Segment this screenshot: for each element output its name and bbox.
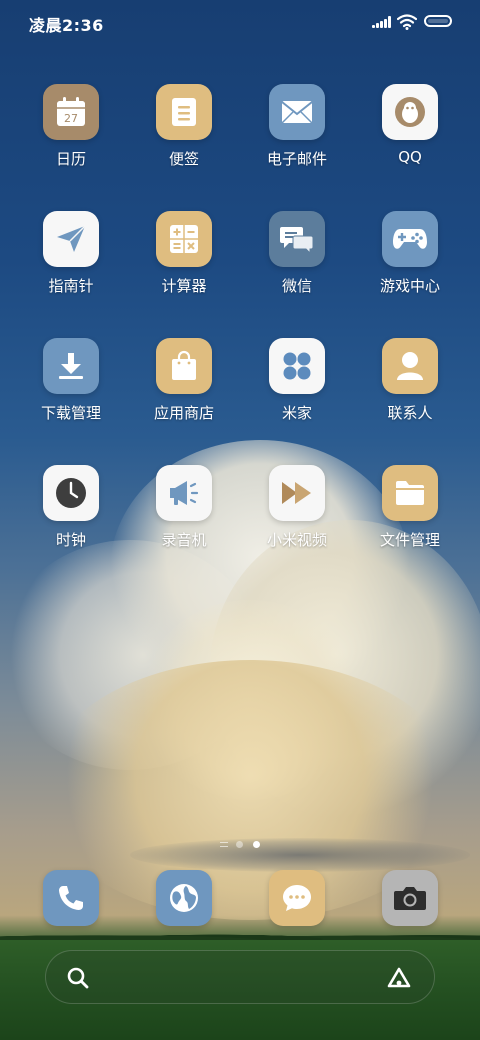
clock-icon [43,465,99,521]
app-label: 米家 [281,404,312,422]
app-label: 日历 [55,150,86,168]
folder-icon [382,465,438,521]
app-label: 计算器 [161,277,207,295]
camera-icon [382,870,438,926]
notes-icon [156,84,212,140]
app-email[interactable]: 电子邮件 [241,84,353,169]
app-label: 应用商店 [153,404,214,422]
signal-icon [372,16,392,28]
phone-icon [43,870,99,926]
battery-icon [424,15,452,27]
shopping-bag-icon [156,338,212,394]
home-page-indicator [220,842,228,847]
app-download-manager[interactable]: 下载管理 [15,338,127,423]
dock-messages[interactable] [241,870,353,926]
cloud-shadow [130,838,470,872]
app-recorder[interactable]: 录音机 [128,465,240,550]
recorder-icon [156,465,212,521]
app-notes[interactable]: 便签 [128,84,240,169]
search-bar[interactable] [45,950,435,1004]
app-label: 联系人 [387,404,433,422]
app-label: 游戏中心 [379,277,440,295]
app-calendar[interactable]: 27 日历 [15,84,127,169]
browser-icon [156,870,212,926]
app-game-center[interactable]: 游戏中心 [354,211,466,296]
calendar-icon: 27 [43,84,99,140]
app-label: 文件管理 [379,531,440,549]
dock-browser[interactable] [128,870,240,926]
page-indicator[interactable] [216,840,264,850]
app-compass[interactable]: 指南针 [15,211,127,296]
calendar-day: 27 [64,112,78,125]
qq-icon [382,84,438,140]
app-label: 时钟 [55,531,86,549]
app-label: 指南针 [48,277,94,295]
app-wechat[interactable]: 微信 [241,211,353,296]
wifi-icon [397,14,417,30]
app-label: 便签 [168,150,199,168]
contact-icon [382,338,438,394]
compass-icon [43,211,99,267]
dock-phone[interactable] [15,870,127,926]
app-calculator[interactable]: 计算器 [128,211,240,296]
dock-camera[interactable] [354,870,466,926]
app-label: 录音机 [161,531,207,549]
app-mijia[interactable]: 米家 [241,338,353,423]
download-icon [43,338,99,394]
app-label: 小米视频 [266,531,327,549]
page-dot-active [253,841,260,848]
app-label: QQ [398,148,422,166]
search-icon[interactable] [66,966,90,990]
app-qq[interactable]: QQ [354,84,466,166]
app-label: 电子邮件 [266,150,327,168]
app-clock[interactable]: 时钟 [15,465,127,550]
app-contacts[interactable]: 联系人 [354,338,466,423]
mijia-icon [269,338,325,394]
app-file-manager[interactable]: 文件管理 [354,465,466,550]
wechat-icon [269,211,325,267]
gamepad-icon [382,211,438,267]
calculator-icon [156,211,212,267]
video-icon [269,465,325,521]
app-mi-video[interactable]: 小米视频 [241,465,353,550]
app-store[interactable]: 应用商店 [128,338,240,423]
message-icon [269,870,325,926]
mail-icon [269,84,325,140]
status-bar: 凌晨2:36 [0,0,480,44]
page-dot [236,841,243,848]
app-vault-icon[interactable] [386,966,412,990]
app-label: 下载管理 [40,404,101,422]
status-time: 凌晨2:36 [29,16,104,35]
app-label: 微信 [281,277,312,295]
